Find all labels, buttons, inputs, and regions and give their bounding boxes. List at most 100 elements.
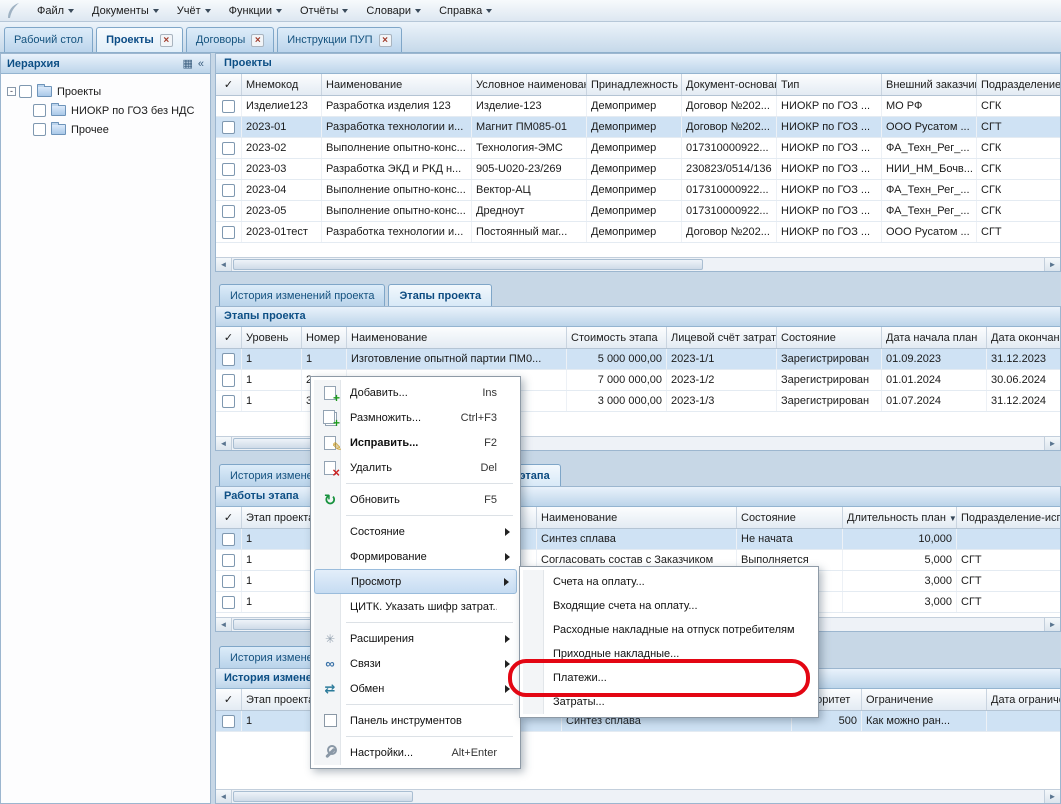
table-row[interactable]: 2023-01тестРазработка технологии и...Пос…: [216, 222, 1060, 243]
tree-node-projects[interactable]: - Проекты: [7, 82, 210, 101]
row-checkbox[interactable]: [222, 533, 235, 546]
menu-item[interactable]: Панель инструментов: [314, 708, 517, 733]
menu-item[interactable]: Обмен: [314, 676, 517, 701]
column-header[interactable]: Наименование: [347, 327, 567, 348]
column-header[interactable]: Стоимость этапа: [567, 327, 667, 348]
column-header[interactable]: Внешний заказчик: [882, 74, 977, 95]
scrollbar-thumb[interactable]: [233, 791, 413, 802]
column-header[interactable]: Подразделение: [977, 74, 1061, 95]
table-row[interactable]: 2023-05Выполнение опытно-конс...Дредноут…: [216, 201, 1060, 222]
tree-node-prochee[interactable]: Прочее: [7, 120, 210, 139]
column-header[interactable]: Состояние: [737, 507, 843, 528]
menubar-item-file[interactable]: Файл: [28, 2, 83, 20]
tab-project-change-history[interactable]: История изменений проекта: [219, 284, 385, 306]
menu-item[interactable]: Приходные накладные...: [523, 642, 815, 666]
tree-checkbox[interactable]: [19, 85, 32, 98]
column-header[interactable]: Дата начала план: [882, 327, 987, 348]
close-tab-icon[interactable]: ×: [160, 34, 173, 47]
column-header[interactable]: Ограничение: [862, 689, 987, 710]
close-tab-icon[interactable]: ×: [379, 34, 392, 47]
menu-item[interactable]: Состояние: [314, 519, 517, 544]
column-header[interactable]: Состояние: [777, 327, 882, 348]
scroll-left-button[interactable]: ◄: [216, 258, 232, 271]
table-row[interactable]: 11Изготовление опытной партии ПМ0...5 00…: [216, 349, 1060, 370]
tree-checkbox[interactable]: [33, 123, 46, 136]
column-header[interactable]: Номер: [302, 327, 347, 348]
row-checkbox[interactable]: [222, 596, 235, 609]
menu-item[interactable]: ОбновитьF5: [314, 487, 517, 512]
tree-expander-icon[interactable]: -: [7, 87, 16, 96]
tab-project-stages[interactable]: Этапы проекта: [388, 284, 492, 306]
menubar-item-reports[interactable]: Отчёты: [291, 2, 357, 20]
table-row[interactable]: 2023-04Выполнение опытно-конс...Вектор-А…: [216, 180, 1060, 201]
tab-projects[interactable]: Проекты×: [96, 27, 183, 52]
column-header[interactable]: Уровень: [242, 327, 302, 348]
menu-item[interactable]: Затраты...: [523, 690, 815, 714]
column-header[interactable]: Тип: [777, 74, 882, 95]
select-all-header[interactable]: ✓: [216, 507, 242, 528]
locate-icon[interactable]: ▦: [182, 57, 192, 70]
scroll-right-button[interactable]: ►: [1044, 258, 1060, 271]
menubar-item-dictionaries[interactable]: Словари: [357, 2, 430, 20]
menubar-item-help[interactable]: Справка: [430, 2, 501, 20]
table-row[interactable]: 2023-02Выполнение опытно-конс...Технолог…: [216, 138, 1060, 159]
scrollbar-thumb[interactable]: [233, 259, 703, 270]
row-checkbox[interactable]: [222, 374, 235, 387]
row-checkbox[interactable]: [222, 142, 235, 155]
collapse-sidebar-icon[interactable]: «: [198, 58, 204, 70]
menu-item[interactable]: Размножить...Ctrl+F3: [314, 405, 517, 430]
row-checkbox[interactable]: [222, 121, 235, 134]
menubar-item-functions[interactable]: Функции: [220, 2, 291, 20]
menu-item[interactable]: Просмотр: [314, 569, 517, 594]
row-checkbox[interactable]: [222, 205, 235, 218]
select-all-header[interactable]: ✓: [216, 74, 242, 95]
scroll-right-button[interactable]: ►: [1044, 790, 1060, 803]
row-checkbox[interactable]: [222, 100, 235, 113]
column-header[interactable]: Дата ограничения: [987, 689, 1061, 710]
row-checkbox[interactable]: [222, 226, 235, 239]
tree-checkbox[interactable]: [33, 104, 46, 117]
tab-desktop[interactable]: Рабочий стол: [4, 27, 93, 52]
menu-item[interactable]: Связи: [314, 651, 517, 676]
row-checkbox[interactable]: [222, 575, 235, 588]
tab-instructions-pup[interactable]: Инструкции ПУП×: [277, 27, 401, 52]
column-header[interactable]: Подразделение-исполнитель: [957, 507, 1061, 528]
scroll-left-button[interactable]: ◄: [216, 618, 232, 631]
table-row[interactable]: 2023-01Разработка технологии и...Магнит …: [216, 117, 1060, 138]
menu-item[interactable]: Расширения: [314, 626, 517, 651]
tab-contracts[interactable]: Договоры×: [186, 27, 274, 52]
column-header[interactable]: Документ-основание: [682, 74, 777, 95]
row-checkbox[interactable]: [222, 184, 235, 197]
horizontal-scrollbar[interactable]: ◄ ►: [216, 789, 1060, 803]
scroll-right-button[interactable]: ►: [1044, 618, 1060, 631]
scroll-right-button[interactable]: ►: [1044, 437, 1060, 450]
column-header[interactable]: Лицевой счёт затрат: [667, 327, 777, 348]
table-row[interactable]: 2023-03Разработка ЭКД и РКД н...905-U020…: [216, 159, 1060, 180]
close-tab-icon[interactable]: ×: [251, 34, 264, 47]
tree-node-niokr-goz[interactable]: НИОКР по ГОЗ без НДС: [7, 101, 210, 120]
menu-item[interactable]: Входящие счета на оплату...: [523, 594, 815, 618]
menu-item[interactable]: Формирование: [314, 544, 517, 569]
column-header[interactable]: Наименование: [537, 507, 737, 528]
column-header[interactable]: Дата окончания: [987, 327, 1061, 348]
select-all-header[interactable]: ✓: [216, 689, 242, 710]
menu-item[interactable]: УдалитьDel: [314, 455, 517, 480]
row-checkbox[interactable]: [222, 163, 235, 176]
menubar-item-documents[interactable]: Документы: [83, 2, 168, 20]
row-checkbox[interactable]: [222, 353, 235, 366]
horizontal-scrollbar[interactable]: ◄ ►: [216, 257, 1060, 271]
select-all-header[interactable]: ✓: [216, 327, 242, 348]
row-checkbox[interactable]: [222, 715, 235, 728]
menu-item[interactable]: Платежи...: [523, 666, 815, 690]
menu-item[interactable]: ЦИТК. Указать шифр затрат...: [314, 594, 517, 619]
menu-item[interactable]: Настройки...Alt+Enter: [314, 740, 517, 765]
row-checkbox[interactable]: [222, 395, 235, 408]
column-header[interactable]: Наименование: [322, 74, 472, 95]
table-row[interactable]: Изделие123Разработка изделия 123Изделие-…: [216, 96, 1060, 117]
menu-item[interactable]: Расходные накладные на отпуск потребител…: [523, 618, 815, 642]
menu-item[interactable]: Добавить...Ins: [314, 380, 517, 405]
row-checkbox[interactable]: [222, 554, 235, 567]
menu-item[interactable]: Исправить...F2: [314, 430, 517, 455]
menubar-item-accounting[interactable]: Учёт: [168, 2, 220, 20]
column-header[interactable]: Условное наименование: [472, 74, 587, 95]
